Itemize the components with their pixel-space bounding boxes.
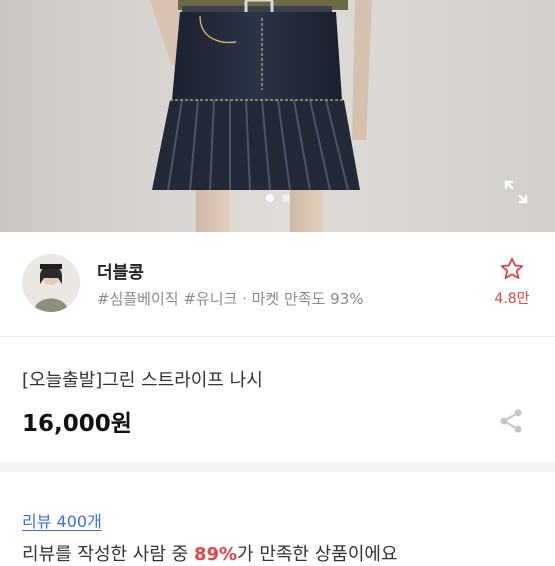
product-title: [오늘출발]그린 스트라이프 나시: [22, 370, 263, 391]
product-price: 16,000원: [22, 411, 132, 437]
carousel-dot[interactable]: [281, 194, 290, 202]
carousel-indicator: [0, 194, 555, 202]
shop-tags: #심플베이직 #유니크 · 마켓 만족도 93%: [97, 290, 364, 308]
section-divider: [0, 462, 555, 472]
favorite-count: 4.8만: [494, 291, 530, 307]
seller-row[interactable]: 더블콩 #심플베이직 #유니크 · 마켓 만족도 93% 4.8만: [0, 232, 555, 337]
share-icon[interactable]: [497, 407, 525, 435]
avatar[interactable]: [22, 254, 80, 312]
product-image-carousel[interactable]: [0, 0, 555, 232]
star-outline-icon: [500, 257, 524, 280]
review-summary: 리뷰를 작성한 사람 중 89%가 만족한 상품이에요: [22, 540, 398, 566]
expand-icon[interactable]: [500, 176, 532, 208]
carousel-dot[interactable]: [265, 194, 274, 202]
review-link[interactable]: 리뷰 400개: [22, 508, 102, 532]
favorite-button[interactable]: 4.8만: [482, 256, 542, 308]
shop-name[interactable]: 더블콩: [97, 258, 144, 283]
